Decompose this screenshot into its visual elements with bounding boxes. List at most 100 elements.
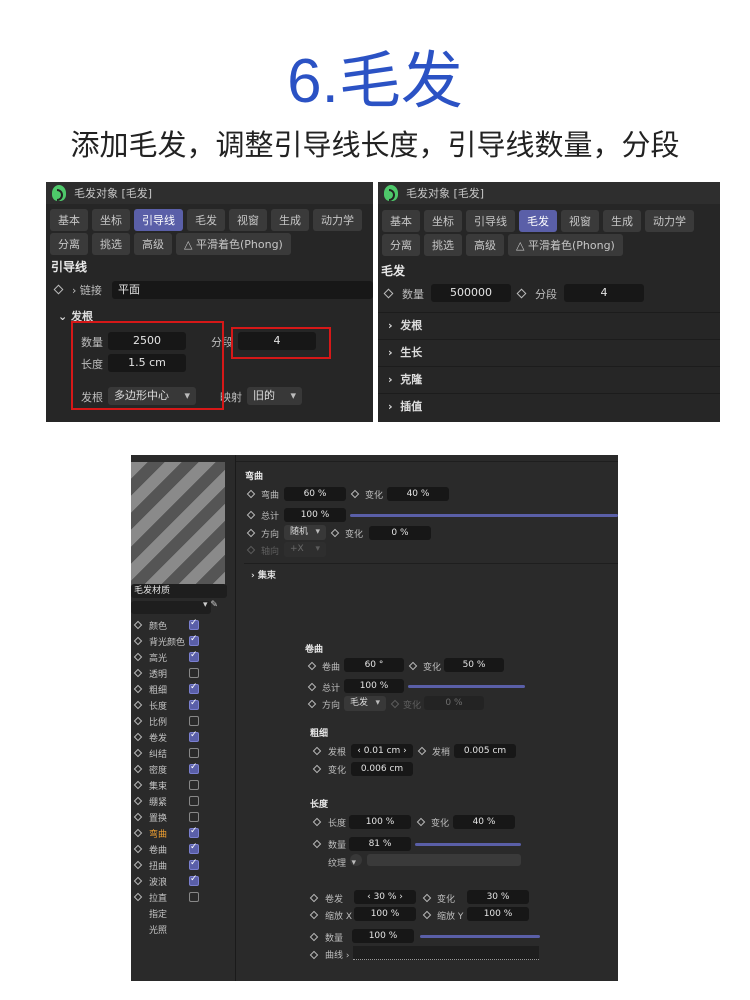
bend-total-slider[interactable] (350, 514, 618, 517)
keyframe-icon[interactable] (133, 876, 143, 886)
material-name-field[interactable]: 毛发材质 (131, 584, 227, 598)
keyframe-icon[interactable] (246, 528, 256, 538)
tab-guides[interactable]: 引导线 (134, 209, 183, 231)
keyframe-icon[interactable] (133, 828, 143, 838)
tab-select[interactable]: 挑选 (424, 234, 462, 256)
channel-checkbox[interactable] (189, 618, 199, 630)
length-var-field[interactable]: 40 % (453, 815, 515, 829)
keyframe-icon[interactable] (133, 620, 143, 630)
channel-checkbox[interactable] (189, 858, 199, 870)
tab-advanced[interactable]: 高级 (466, 234, 504, 256)
keyframe-icon[interactable] (350, 489, 360, 499)
keyframe-icon[interactable] (309, 932, 319, 942)
channel-item[interactable]: 粗细 (131, 682, 231, 698)
keyframe-icon[interactable] (133, 860, 143, 870)
frizz-amount-slider[interactable] (420, 935, 540, 938)
curl-var-field[interactable]: 50 % (444, 658, 504, 672)
keyframe-icon[interactable] (422, 910, 432, 920)
keyframe-icon[interactable] (330, 528, 340, 538)
channel-checkbox[interactable] (189, 892, 199, 902)
channel-item[interactable]: 背光颜色 (131, 634, 231, 650)
curl-total-slider[interactable] (408, 685, 525, 688)
channel-item[interactable]: 纠结 (131, 746, 231, 762)
tab-basic[interactable]: 基本 (50, 209, 88, 231)
tab-hairs[interactable]: 毛发 (187, 209, 225, 231)
keyframe-icon[interactable] (133, 636, 143, 646)
keyframe-icon[interactable] (133, 652, 143, 662)
channel-checkbox[interactable] (189, 826, 199, 838)
tab-editor[interactable]: 视窗 (229, 209, 267, 231)
keyframe-icon[interactable] (309, 893, 319, 903)
tab-phong[interactable]: △ 平滑着色(Phong) (508, 234, 623, 256)
keyframe-icon[interactable] (307, 661, 317, 671)
keyframe-icon[interactable] (133, 716, 143, 726)
channel-item[interactable]: 高光 (131, 650, 231, 666)
material-selector[interactable] (131, 601, 211, 614)
curve-label[interactable]: 曲线 › (325, 948, 349, 961)
keyframe-icon[interactable] (133, 748, 143, 758)
tab-coord[interactable]: 坐标 (92, 209, 130, 231)
group-roots[interactable]: › 发根 (378, 312, 720, 338)
channel-item[interactable]: 置换 (131, 810, 231, 826)
tab-editor[interactable]: 视窗 (561, 210, 599, 232)
keyframe-icon[interactable] (133, 700, 143, 710)
keyframe-icon[interactable] (383, 288, 394, 299)
channel-checkbox[interactable] (189, 682, 199, 694)
keyframe-icon[interactable] (312, 839, 322, 849)
keyframe-icon[interactable] (133, 732, 143, 742)
keyframe-icon[interactable] (309, 910, 319, 920)
keyframe-icon[interactable] (246, 489, 256, 499)
texture-field[interactable] (367, 854, 521, 866)
channel-checkbox[interactable] (189, 796, 199, 806)
keyframe-icon[interactable] (133, 892, 143, 902)
thickness-var-field[interactable]: 0.006 cm (351, 762, 413, 776)
group-interpolation[interactable]: › 插值 (378, 393, 720, 419)
channel-item[interactable]: 扭曲 (131, 858, 231, 874)
channel-checkbox[interactable] (189, 730, 199, 742)
channel-item[interactable]: 卷曲 (131, 842, 231, 858)
bend-direction-dropdown[interactable]: 随机 (284, 525, 326, 540)
keyframe-icon[interactable] (133, 796, 143, 806)
tab-dynamics[interactable]: 动力学 (313, 209, 362, 231)
scale-y-field[interactable]: 100 % (467, 907, 529, 921)
tab-phong[interactable]: △ 平滑着色(Phong) (176, 233, 291, 255)
keyframe-icon[interactable] (53, 284, 64, 295)
thickness-tip-field[interactable]: 0.005 cm (454, 744, 516, 758)
keyframe-icon[interactable] (133, 668, 143, 678)
keyframe-icon[interactable] (516, 288, 527, 299)
tab-basic[interactable]: 基本 (382, 210, 420, 232)
channel-checkbox[interactable] (189, 650, 199, 662)
channel-item[interactable]: 比例 (131, 714, 231, 730)
channel-checkbox[interactable] (189, 634, 199, 646)
frizz-amount-field[interactable]: 100 % (352, 929, 414, 943)
channel-checkbox[interactable] (189, 748, 199, 758)
segments-field[interactable]: 4 (564, 284, 644, 302)
tab-detach[interactable]: 分离 (382, 234, 420, 256)
mapping-dropdown[interactable]: 旧的 (247, 387, 302, 405)
channel-checkbox[interactable] (189, 762, 199, 774)
channel-item[interactable]: 透明 (131, 666, 231, 682)
channel-assign[interactable]: 指定 (131, 906, 231, 922)
group-growth[interactable]: › 生长 (378, 339, 720, 365)
tab-advanced[interactable]: 高级 (134, 233, 172, 255)
frizz-var-field[interactable]: 30 % (467, 890, 529, 904)
keyframe-icon[interactable] (307, 699, 317, 709)
channel-checkbox[interactable] (189, 698, 199, 710)
tab-guides[interactable]: 引导线 (466, 210, 515, 232)
curl-direction-dropdown[interactable]: 毛发 (344, 696, 386, 711)
tab-generate[interactable]: 生成 (271, 209, 309, 231)
length-field[interactable]: 100 % (349, 815, 411, 829)
channel-checkbox[interactable] (189, 780, 199, 790)
channel-item[interactable]: 集束 (131, 778, 231, 794)
keyframe-icon[interactable] (307, 682, 317, 692)
tab-generate[interactable]: 生成 (603, 210, 641, 232)
channel-illumination[interactable]: 光照 (131, 922, 231, 938)
channel-item[interactable]: 密度 (131, 762, 231, 778)
tab-hairs[interactable]: 毛发 (519, 210, 557, 232)
length-amount-slider[interactable] (415, 843, 521, 846)
keyframe-icon[interactable] (422, 893, 432, 903)
tab-coord[interactable]: 坐标 (424, 210, 462, 232)
keyframe-icon[interactable] (312, 746, 322, 756)
keyframe-icon[interactable] (312, 764, 322, 774)
keyframe-icon[interactable] (246, 510, 256, 520)
